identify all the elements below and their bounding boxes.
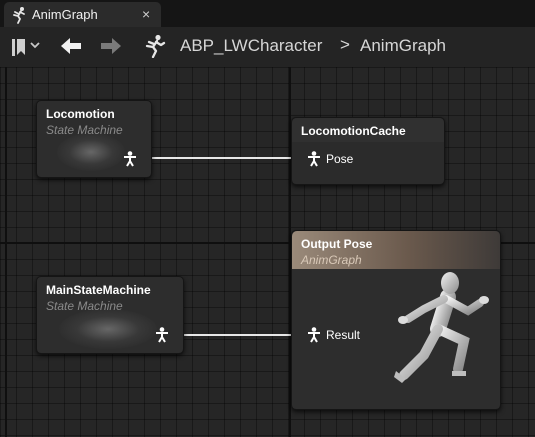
tab-animgraph[interactable]: AnimGraph ×: [4, 2, 161, 27]
toolbar: ABP_LWCharacter > AnimGraph: [0, 27, 535, 67]
wire-main-to-output: [168, 334, 306, 336]
close-icon[interactable]: ×: [142, 6, 150, 22]
forward-arrow-icon[interactable]: [100, 37, 122, 55]
pose-output-pin-icon[interactable]: [123, 151, 137, 167]
node-title: LocomotionCache: [301, 124, 406, 138]
pose-input-pin-icon[interactable]: [307, 151, 321, 167]
node-subtitle: AnimGraph: [301, 253, 362, 267]
main-state-machine-node[interactable]: MainStateMachine State Machine: [36, 276, 184, 354]
mannequin-icon: [394, 272, 489, 383]
result-input-pin-icon[interactable]: [307, 327, 321, 343]
pose-output-pin-icon[interactable]: [155, 327, 169, 343]
back-arrow-icon[interactable]: [60, 37, 82, 55]
grid-line: [5, 67, 7, 437]
breadcrumb-root[interactable]: ABP_LWCharacter: [180, 36, 322, 56]
tab-strip: AnimGraph ×: [0, 0, 535, 27]
pin-label: Pose: [326, 152, 354, 166]
node-title: Output Pose: [301, 237, 373, 251]
anim-blueprint-icon: [145, 34, 166, 58]
chevron-down-icon[interactable]: [30, 40, 40, 52]
bookmark-icon[interactable]: [12, 39, 26, 56]
wire-locomotion-to-cache: [143, 157, 306, 159]
node-title: Locomotion: [46, 107, 115, 121]
node-preview: [57, 133, 125, 171]
node-preview: [59, 309, 157, 349]
pin-label: Result: [326, 328, 361, 342]
anim-graph-icon: [13, 7, 25, 24]
output-pose-node[interactable]: Output Pose AnimGraph Result: [291, 230, 501, 410]
breadcrumb-separator: >: [340, 35, 350, 54]
graph-canvas[interactable]: Locomotion State Machine LocomotionCache…: [0, 67, 535, 437]
locomotion-cache-node[interactable]: LocomotionCache Pose: [291, 117, 445, 185]
node-title: MainStateMachine: [46, 283, 151, 297]
breadcrumb-leaf[interactable]: AnimGraph: [360, 36, 446, 56]
tab-label: AnimGraph: [32, 7, 98, 22]
locomotion-node[interactable]: Locomotion State Machine: [36, 100, 152, 178]
